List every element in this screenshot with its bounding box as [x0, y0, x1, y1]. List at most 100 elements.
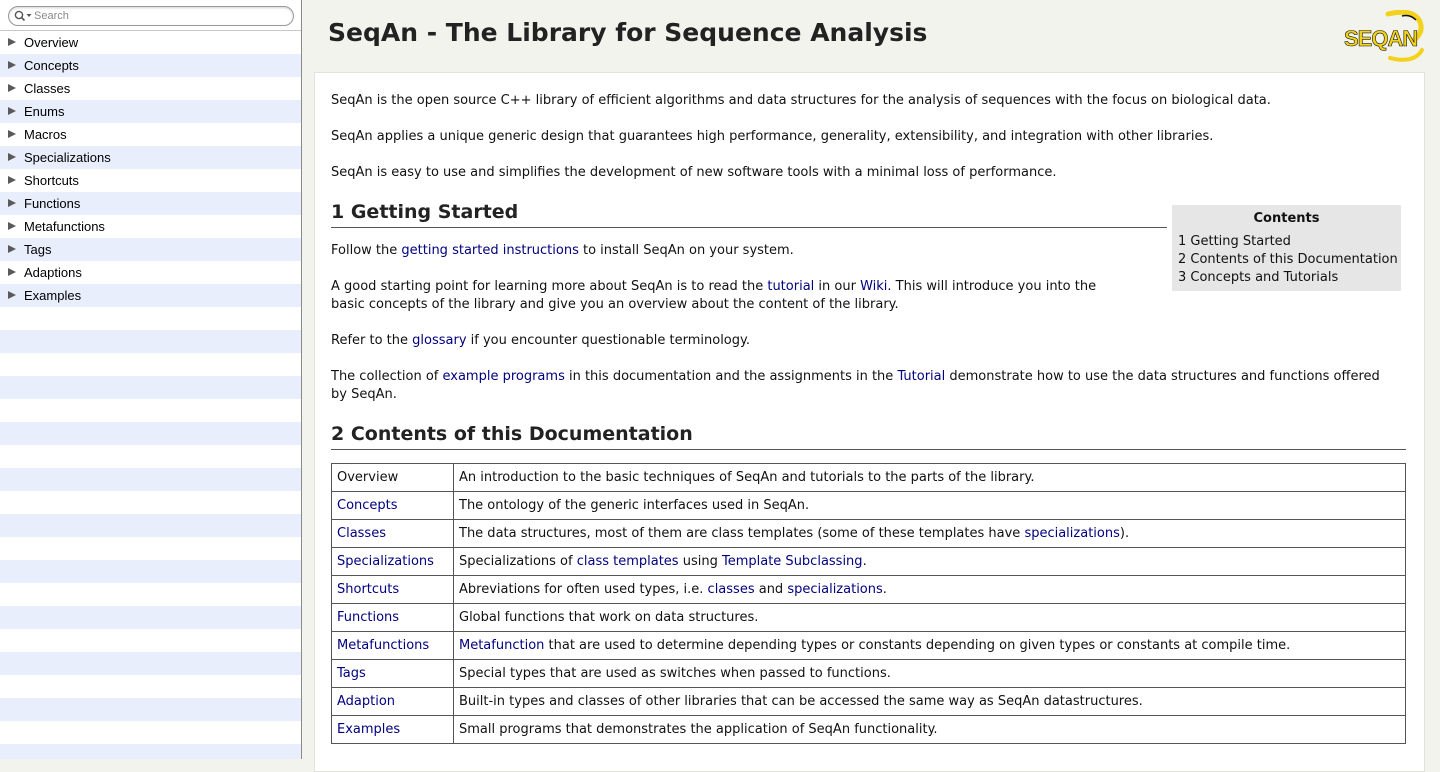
toc-item[interactable]: 1 Getting Started	[1178, 234, 1291, 249]
sidebar-item-label: Functions	[24, 196, 81, 211]
sidebar-empty-row	[0, 560, 301, 583]
sidebar-item-examples[interactable]: Examples	[0, 284, 301, 307]
disclosure-triangle-icon[interactable]	[8, 199, 16, 207]
table-desc-text: Abreviations for often used types, i.e.	[459, 582, 708, 597]
wiki-link[interactable]: Wiki	[860, 279, 887, 294]
disclosure-triangle-icon[interactable]	[8, 107, 16, 115]
table-desc-text: Specializations of	[459, 554, 577, 569]
getting-started-link[interactable]: getting started instructions	[401, 243, 578, 258]
sidebar-item-concepts[interactable]: Concepts	[0, 54, 301, 77]
main-content: SeqAn is the open source C++ library of …	[314, 72, 1425, 772]
table-key-cell: Metafunctions	[331, 631, 454, 660]
search-icon[interactable]	[14, 10, 34, 22]
table-desc-cell: Abreviations for often used types, i.e. …	[453, 575, 1406, 604]
sidebar-item-specializations[interactable]: Specializations	[0, 146, 301, 169]
sidebar-item-tags[interactable]: Tags	[0, 238, 301, 261]
table-key-link[interactable]: Classes	[337, 526, 386, 541]
disclosure-triangle-icon[interactable]	[8, 38, 16, 46]
table-row: Overview An introduction to the basic tec…	[331, 463, 1406, 492]
table-desc-text: .	[862, 554, 867, 569]
sidebar-item-classes[interactable]: Classes	[0, 77, 301, 100]
seqan-logo[interactable]: SEQAN	[1344, 10, 1426, 62]
sidebar-empty-row	[0, 606, 301, 629]
disclosure-triangle-icon[interactable]	[8, 130, 16, 138]
table-row: Specializations Specializations of class …	[331, 547, 1406, 576]
sidebar-item-label: Classes	[24, 81, 71, 96]
glossary-link[interactable]: glossary	[412, 333, 466, 348]
disclosure-triangle-icon[interactable]	[8, 153, 16, 161]
sidebar-empty-row	[0, 537, 301, 560]
table-row: Concepts The ontology of the generic inte…	[331, 491, 1406, 520]
sidebar-empty-row	[0, 330, 301, 353]
table-key-link[interactable]: Shortcuts	[337, 582, 399, 597]
sidebar-empty-row	[0, 652, 301, 675]
disclosure-triangle-icon[interactable]	[8, 84, 16, 92]
disclosure-triangle-icon[interactable]	[8, 268, 16, 276]
page-title: SeqAn - The Library for Sequence Analysi…	[328, 18, 928, 47]
section-divider	[331, 449, 1406, 450]
sidebar-item-label: Macros	[24, 127, 67, 142]
sidebar-item-adaptions[interactable]: Adaptions	[0, 261, 301, 284]
toc-item[interactable]: 2 Contents of this Documentation	[1178, 252, 1398, 267]
search-input[interactable]: Search	[8, 6, 294, 26]
sidebar-item-label: Adaptions	[24, 265, 82, 280]
tutorial-paragraph: A good starting point for learning more …	[331, 279, 1097, 312]
search-bar: Search	[0, 0, 301, 31]
sidebar-item-macros[interactable]: Macros	[0, 123, 301, 146]
tutorial-link-2[interactable]: Tutorial	[897, 369, 945, 384]
section-heading-contents: 2 Contents of this Documentation	[331, 423, 693, 445]
table-key-link[interactable]: Functions	[337, 610, 399, 625]
sidebar-empty-row	[0, 376, 301, 399]
sidebar-item-functions[interactable]: Functions	[0, 192, 301, 215]
table-desc-link[interactable]: Metafunction	[459, 638, 544, 653]
table-desc-text: An introduction to the basic techniques …	[459, 470, 1035, 485]
sidebar-item-label: Tags	[24, 242, 52, 257]
table-row: Classes The data structures, most of them…	[331, 519, 1406, 548]
table-desc-link[interactable]: specializations	[787, 582, 882, 597]
example-programs-link[interactable]: example programs	[442, 369, 564, 384]
table-desc-cell: Built-in types and classes of other libr…	[453, 687, 1406, 716]
glossary-paragraph: Refer to the glossary if you encounter q…	[331, 333, 750, 348]
table-key-cell: Overview	[331, 463, 454, 492]
disclosure-triangle-icon[interactable]	[8, 222, 16, 230]
table-desc-text: Special types that are used as switches …	[459, 666, 891, 681]
sidebar-item-metafunctions[interactable]: Metafunctions	[0, 215, 301, 238]
table-key-link[interactable]: Concepts	[337, 498, 398, 513]
table-row: Metafunctions Metafunction that are used …	[331, 631, 1406, 660]
table-key-link[interactable]: Metafunctions	[337, 638, 429, 653]
sidebar-item-shortcuts[interactable]: Shortcuts	[0, 169, 301, 192]
toc-item[interactable]: 3 Concepts and Tutorials	[1178, 270, 1338, 285]
table-row: Functions Global functions that work on d…	[331, 603, 1406, 632]
sidebar-empty-row	[0, 675, 301, 698]
disclosure-triangle-icon[interactable]	[8, 245, 16, 253]
table-key-link[interactable]: Adaption	[337, 694, 395, 709]
search-placeholder: Search	[34, 10, 69, 22]
table-desc-link[interactable]: class templates	[577, 554, 679, 569]
disclosure-triangle-icon[interactable]	[8, 291, 16, 299]
sidebar-item-overview[interactable]: Overview	[0, 31, 301, 54]
table-key-link[interactable]: Tags	[337, 666, 366, 681]
sidebar-item-label: Metafunctions	[24, 219, 105, 234]
table-key-cell: Concepts	[331, 491, 454, 520]
tutorial-link[interactable]: tutorial	[767, 279, 814, 294]
sidebar-item-label: Shortcuts	[24, 173, 79, 188]
table-desc-text: and	[754, 582, 788, 597]
logo-text: SEQAN	[1344, 26, 1417, 51]
table-desc-link[interactable]: Template Subclassing	[722, 554, 863, 569]
sidebar-item-enums[interactable]: Enums	[0, 100, 301, 123]
disclosure-triangle-icon[interactable]	[8, 176, 16, 184]
table-desc-link[interactable]: specializations	[1024, 526, 1119, 541]
sidebar-item-label: Concepts	[24, 58, 79, 73]
table-desc-cell: An introduction to the basic techniques …	[453, 463, 1406, 492]
table-desc-cell: Special types that are used as switches …	[453, 659, 1406, 688]
table-desc-text: ).	[1119, 526, 1130, 541]
table-key-cell: Specializations	[331, 547, 454, 576]
sidebar-empty-row	[0, 307, 301, 330]
sidebar-empty-row	[0, 468, 301, 491]
table-key-link[interactable]: Examples	[337, 722, 400, 737]
disclosure-triangle-icon[interactable]	[8, 61, 16, 69]
table-desc-link[interactable]: classes	[708, 582, 755, 597]
intro-paragraph-1: SeqAn is the open source C++ library of …	[331, 93, 1271, 108]
table-desc-cell: Metafunction that are used to determine …	[453, 631, 1406, 660]
table-key-link[interactable]: Specializations	[337, 554, 434, 569]
